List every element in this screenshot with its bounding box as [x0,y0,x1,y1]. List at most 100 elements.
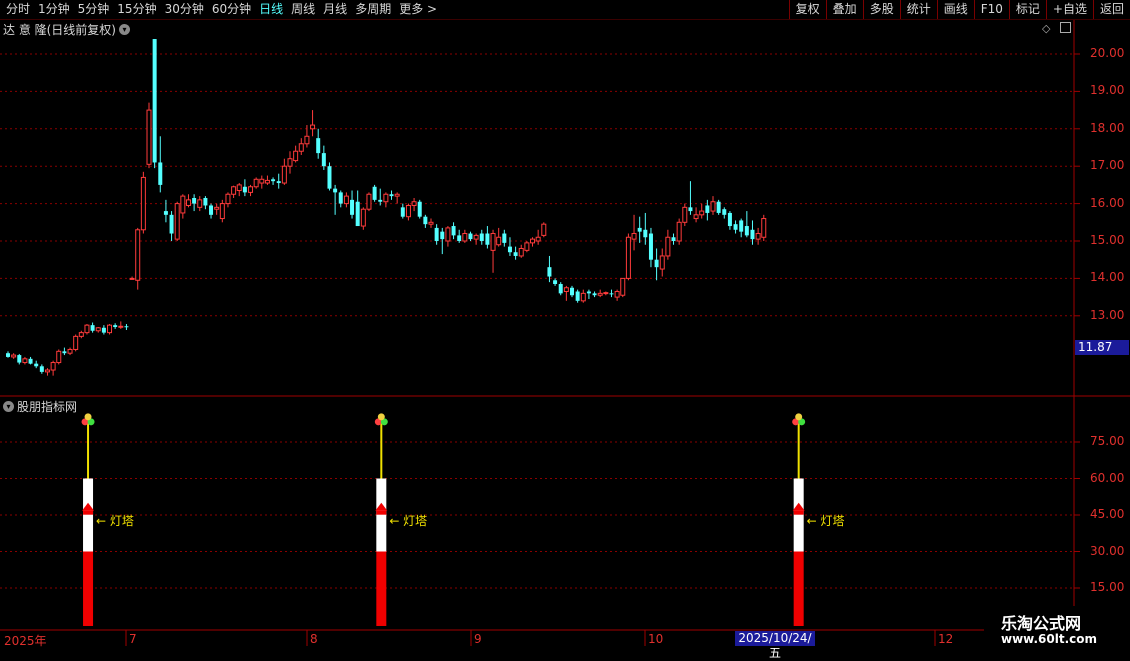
candle [372,184,377,202]
candle-body [101,327,106,333]
candle [485,226,490,249]
candle [530,237,536,247]
candle [242,179,247,197]
candle [699,203,705,219]
candle-body [259,178,265,184]
candle-body [39,366,44,372]
tower-red-base [376,551,387,626]
candle-body [428,221,434,225]
candle [710,196,716,215]
candle [705,199,710,221]
candle [513,246,518,260]
candle [716,199,721,215]
candle [473,233,479,245]
candle [236,183,242,197]
candle [614,289,620,301]
candle-body [631,233,637,240]
candle-body [479,233,484,241]
current-price-tag: 11.87 [1075,340,1129,355]
candle [592,291,597,298]
candle [541,222,547,238]
candle [209,203,214,219]
candle-body [6,353,10,357]
candle [761,214,767,241]
candle-body [185,199,191,206]
candle-body [389,194,394,197]
candle-body [321,153,326,167]
candle-body [716,201,721,213]
candle [360,207,366,230]
indicator-axis-label: 75.00 [1090,434,1125,448]
candle [203,196,208,210]
candle [688,181,693,215]
candle-body [253,178,259,188]
candle [411,197,417,212]
candle [654,248,659,281]
candle-body [271,179,276,182]
candle-body [513,252,518,256]
candle [631,214,637,251]
candle-body [78,332,84,337]
candle [174,201,180,241]
candle-body [462,233,468,242]
candle-body [90,325,95,331]
candle [563,285,569,301]
candle [225,192,231,208]
candle [553,278,558,286]
tower-label: ← 灯塔 [806,513,845,528]
candle-body [586,291,591,294]
candle-body [417,201,422,217]
candle [570,285,574,298]
price-axis-label: 18.00 [1090,120,1125,135]
candle [17,353,22,365]
candle-body [485,233,490,245]
candle-body [174,203,180,240]
candle [135,227,141,290]
kline-chart[interactable] [0,0,1130,650]
candle [180,194,186,219]
candle-body [553,280,558,285]
candle [733,220,738,234]
candle [457,229,462,243]
candle-body [264,179,270,184]
candle [434,224,439,245]
candle [637,216,642,243]
candle-body [146,109,152,165]
candle-body [124,326,129,328]
candle-body [56,350,62,364]
candle-body [440,231,445,240]
candle-body [400,207,405,217]
candle-body [682,206,688,223]
candle [264,175,270,185]
candle [428,218,434,228]
tower-white-body [793,478,804,552]
candle [140,171,146,234]
candle [490,229,496,273]
candle [389,190,394,200]
candle [755,227,761,245]
candle-body [169,214,174,234]
candle-body [338,192,343,204]
candle [158,136,163,193]
candle [575,289,580,303]
candles [6,39,767,376]
tower-red-base [83,551,94,626]
candle-body [62,351,67,354]
candle [727,211,732,230]
indicator-axis-label: 15.00 [1090,580,1125,594]
candle-body [107,324,113,334]
candle [744,211,749,238]
candle [107,324,113,335]
candle [185,194,191,208]
candle [259,175,265,189]
candle [383,192,389,208]
indicator-axis-label: 45.00 [1090,507,1125,521]
candle-body [11,354,17,358]
candle [6,351,10,358]
candle [350,190,355,219]
candle [248,184,254,197]
candle-body [575,291,580,301]
candle-body [457,235,462,241]
candle-body [603,292,609,295]
candle-body [231,186,237,195]
